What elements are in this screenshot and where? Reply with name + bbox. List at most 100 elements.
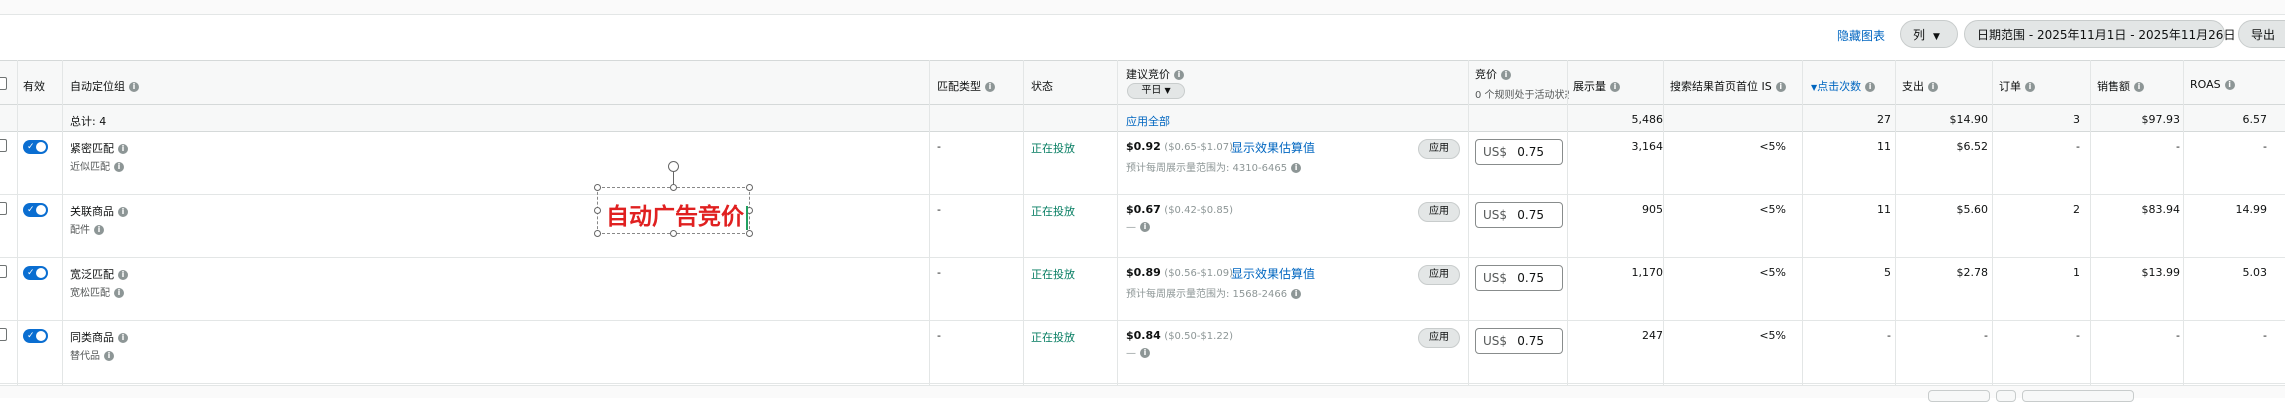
resize-handle-l[interactable] [594, 207, 601, 214]
header-suggested-bid[interactable]: 建议竞价 i [1126, 66, 1184, 82]
info-icon[interactable]: i [1291, 163, 1302, 173]
header-targeting-group[interactable]: 自动定位组 i [70, 78, 139, 94]
info-icon[interactable]: i [1291, 289, 1302, 299]
roas: 5.03 [2242, 266, 2268, 279]
info-icon[interactable]: i [2224, 80, 2235, 90]
info-icon[interactable]: i [1775, 82, 1786, 92]
pagination-control[interactable] [1996, 390, 2016, 402]
bid-value: 0.75 [1517, 208, 1544, 222]
header-orders[interactable]: 订单 i [1999, 78, 2035, 94]
column-divider [1023, 60, 1024, 385]
info-icon[interactable]: i [118, 333, 128, 343]
totals-impressions: 5,486 [1631, 113, 1664, 126]
header-clicks-label: 点击次数 [1817, 80, 1862, 93]
header-bid-label: 竞价 [1475, 68, 1497, 81]
info-icon[interactable]: i [1140, 222, 1150, 232]
header-match-type[interactable]: 匹配类型 i [937, 78, 995, 94]
targeting-group-name-text: 同类商品 [70, 331, 114, 344]
targeting-group-name-text: 关联商品 [70, 205, 114, 218]
export-button[interactable]: 导出 [2238, 20, 2285, 48]
active-toggle[interactable]: ✓ [23, 140, 48, 154]
bid-input[interactable]: US$ 0.75 [1475, 328, 1563, 354]
info-icon[interactable]: i [1928, 82, 1938, 92]
bid-input[interactable]: US$ 0.75 [1475, 139, 1563, 165]
pagination-control[interactable] [2022, 390, 2134, 402]
resize-handle-bl[interactable] [594, 230, 601, 237]
status-text: 正在投放 [1031, 268, 1075, 281]
bid-input[interactable]: US$ 0.75 [1475, 265, 1563, 291]
bid-input[interactable]: US$ 0.75 [1475, 202, 1563, 228]
annotation-text[interactable]: 自动广告竞价 [606, 197, 748, 231]
check-icon: ✓ [27, 331, 35, 341]
info-icon[interactable]: i [129, 82, 139, 92]
info-icon[interactable]: i [118, 144, 128, 154]
apply-button[interactable]: 应用 [1418, 139, 1460, 159]
check-icon: ✓ [27, 205, 35, 215]
resize-handle-tl[interactable] [594, 184, 601, 191]
clicks: 11 [1877, 203, 1891, 216]
active-toggle[interactable]: ✓ [23, 203, 48, 217]
match-type: - [937, 266, 941, 279]
currency-label: US$ [1483, 208, 1508, 222]
apply-button[interactable]: 应用 [1418, 265, 1460, 285]
info-icon[interactable]: i [985, 82, 995, 92]
check-icon: ✓ [27, 268, 35, 278]
top-strip [0, 0, 2285, 15]
row-checkbox[interactable] [0, 265, 7, 278]
column-divider [2183, 60, 2184, 385]
info-icon[interactable]: i [2134, 82, 2144, 92]
info-icon[interactable]: i [1174, 70, 1184, 80]
resize-handle-tr[interactable] [746, 184, 753, 191]
info-icon[interactable]: i [114, 162, 124, 172]
resize-handle-t[interactable] [670, 184, 677, 191]
row-checkbox[interactable] [0, 202, 7, 215]
suggested-bid: $0.89 ($0.56-$1.09) [1126, 266, 1233, 279]
suggested-bid-dropdown[interactable]: 平日 ▼ [1127, 83, 1185, 99]
info-icon[interactable]: i [1865, 82, 1876, 92]
info-icon[interactable]: i [1501, 70, 1511, 80]
show-estimate-link[interactable]: 显示效果估算值 [1231, 265, 1315, 282]
apply-button[interactable]: 应用 [1418, 202, 1460, 222]
active-toggle[interactable]: ✓ [23, 329, 48, 343]
info-icon[interactable]: i [2025, 82, 2035, 92]
header-clicks[interactable]: ▼点击次数 i [1811, 78, 1876, 94]
header-spend[interactable]: 支出 i [1902, 78, 1938, 94]
targeting-group-sub-text: 替代品 [70, 351, 100, 362]
hide-chart-link[interactable]: 隐藏图表 [1837, 27, 1885, 44]
row-checkbox[interactable] [0, 139, 7, 152]
info-icon[interactable]: i [114, 288, 124, 298]
header-bid[interactable]: 竞价 i [1475, 66, 1511, 82]
header-orders-label: 订单 [1999, 80, 2021, 93]
rotate-handle[interactable] [668, 161, 679, 172]
sales: - [2176, 329, 2180, 342]
header-impressions[interactable]: 展示量 i [1573, 78, 1620, 94]
info-icon[interactable]: i [118, 207, 128, 217]
apply-all-link[interactable]: 应用全部 [1126, 113, 1170, 129]
bid-value: 0.75 [1517, 334, 1544, 348]
column-divider [1468, 60, 1469, 385]
date-range-button[interactable]: 日期范围 - 2025年11月1日 - 2025年11月26日 [1964, 20, 2235, 48]
header-sales[interactable]: 销售额 i [2097, 78, 2144, 94]
resize-handle-b[interactable] [670, 230, 677, 237]
select-all-checkbox[interactable] [0, 77, 7, 90]
header-top-search-is[interactable]: 搜索结果首页首位 IS i [1670, 78, 1786, 94]
totals-orders: 3 [2073, 113, 2080, 126]
show-estimate-link[interactable]: 显示效果估算值 [1231, 139, 1315, 156]
active-toggle[interactable]: ✓ [23, 266, 48, 280]
info-icon[interactable]: i [94, 225, 104, 235]
header-status[interactable]: 状态 [1031, 78, 1053, 94]
resize-handle-br[interactable] [746, 230, 753, 237]
columns-button[interactable]: 列 ▼ [1900, 20, 1958, 48]
targeting-group-sub: 近似匹配 i [70, 158, 124, 173]
info-icon[interactable]: i [1140, 348, 1150, 358]
roas: 14.99 [2235, 203, 2268, 216]
row-checkbox[interactable] [0, 328, 7, 341]
info-icon[interactable]: i [118, 270, 128, 280]
header-roas[interactable]: ROAS i [2190, 78, 2235, 91]
pagination-control[interactable] [1928, 390, 1990, 402]
info-icon[interactable]: i [104, 351, 114, 361]
suggested-bid: $0.92 ($0.65-$1.07) [1126, 140, 1233, 153]
apply-button[interactable]: 应用 [1418, 328, 1460, 348]
text-annotation-box[interactable]: 自动广告竞价 [594, 161, 753, 237]
info-icon[interactable]: i [1610, 82, 1620, 92]
